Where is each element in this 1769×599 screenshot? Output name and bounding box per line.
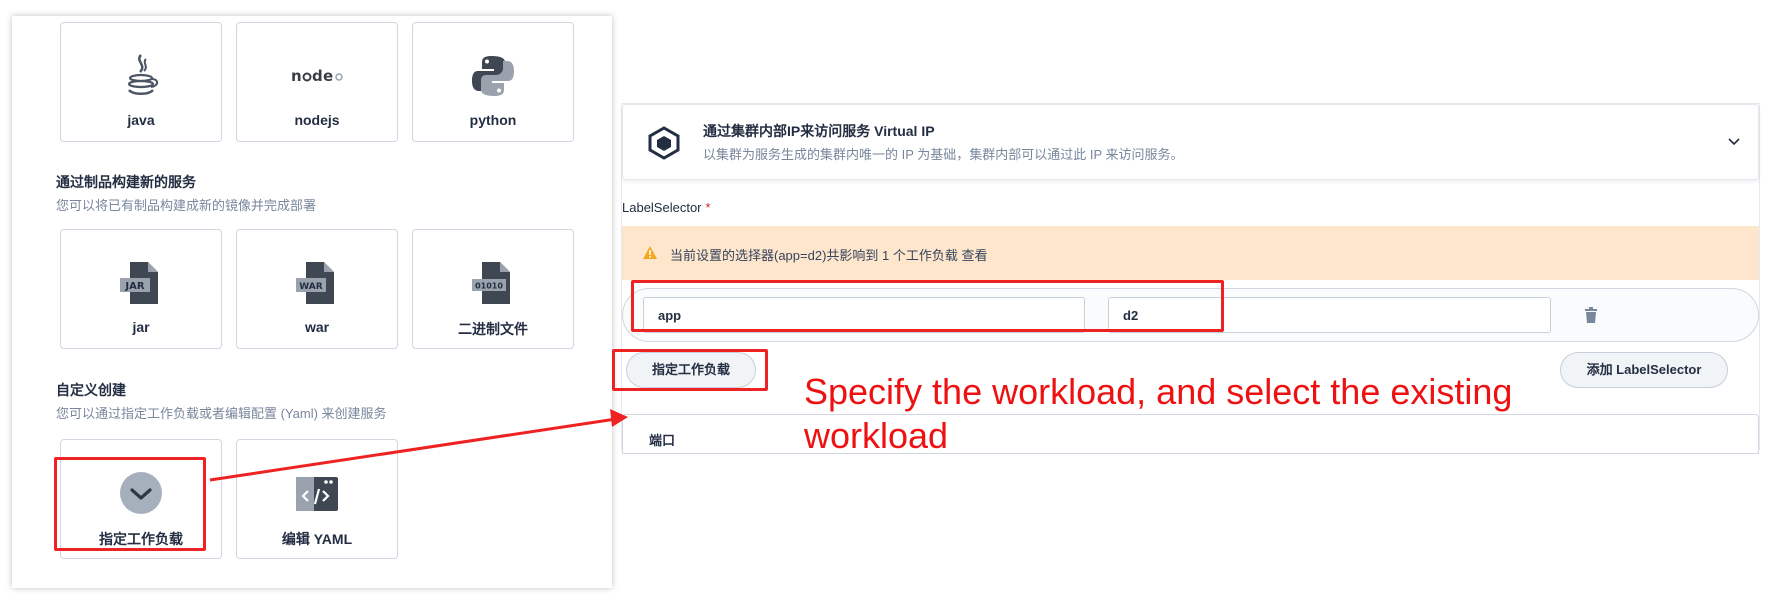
annotation-text: Specify the workload, and select the exi… xyxy=(804,371,1513,456)
annotation-arrow xyxy=(209,409,628,482)
